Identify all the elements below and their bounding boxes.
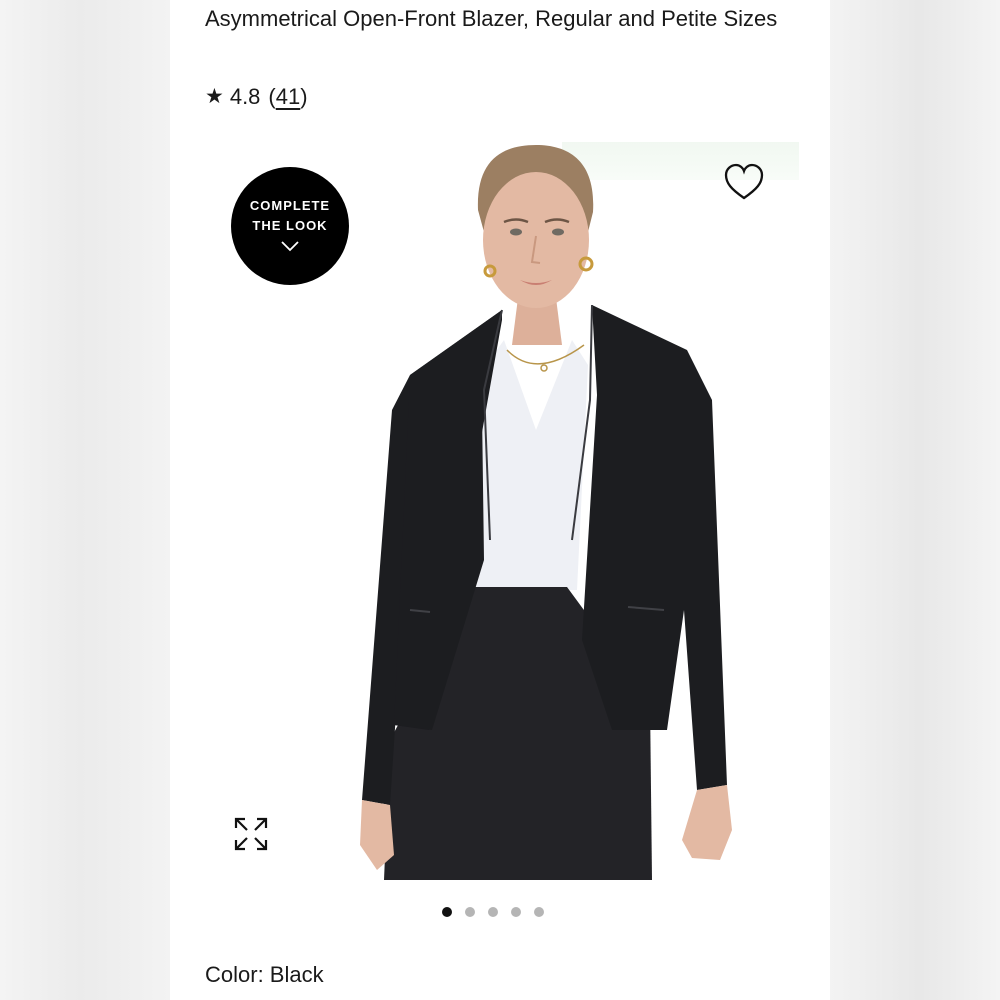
expand-icon[interactable] (233, 816, 269, 852)
rating-close-paren: ) (300, 84, 308, 109)
gallery-pagination (442, 907, 544, 917)
chevron-down-icon (280, 239, 300, 257)
gallery-dot[interactable] (442, 907, 452, 917)
complete-the-look-line2: THE LOOK (252, 217, 328, 233)
gallery-dot[interactable] (534, 907, 544, 917)
review-count-link[interactable]: 41 (276, 82, 300, 112)
rating-value: 4.8 (229, 84, 261, 109)
complete-the-look-line1: COMPLETE (249, 197, 331, 213)
gallery-dot[interactable] (511, 907, 521, 917)
gallery-dot[interactable] (465, 907, 475, 917)
gallery-dot[interactable] (488, 907, 498, 917)
star-icon: ★ (205, 85, 224, 108)
selected-color-label: Color: Black (205, 962, 324, 987)
rating: ★ 4.8 ( 41 ) (205, 82, 308, 112)
heart-icon[interactable] (723, 162, 765, 204)
complete-the-look-button[interactable]: COMPLETE THE LOOK (231, 167, 349, 285)
product-image-gallery[interactable]: COMPLETE THE LOOK (172, 140, 829, 885)
product-title: Asymmetrical Open-Front Blazer, Regular … (205, 6, 778, 31)
rating-open-paren: ( (268, 84, 276, 109)
